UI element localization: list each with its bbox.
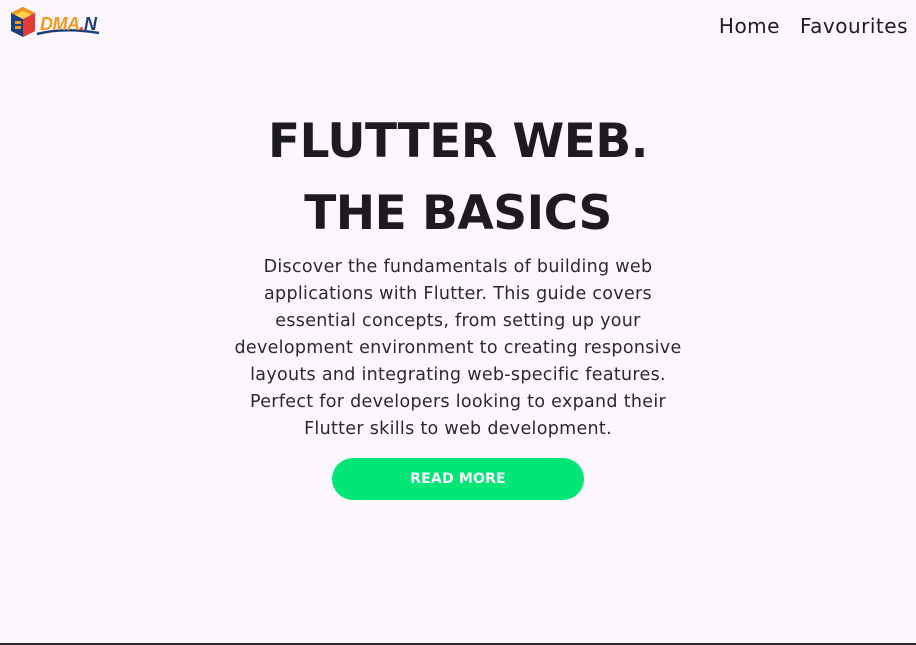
top-nav: Home Favourites: [719, 12, 908, 40]
nav-home-link[interactable]: Home: [719, 12, 780, 40]
hero-title-line-1: FLUTTER WEB.: [267, 114, 649, 169]
nav-favourites-link[interactable]: Favourites: [800, 12, 908, 40]
logo-wordmark: EDMA.N: [40, 13, 97, 35]
logo-letters-dma: DMA: [40, 14, 80, 34]
edman-logo[interactable]: EDMA.N: [9, 7, 101, 43]
logo-letter-n: N: [84, 14, 97, 34]
hero-title-line-2: THE BASICS: [304, 186, 612, 241]
hero-section: FLUTTER WEB. THE BASICS Discover the fun…: [0, 106, 916, 500]
hero-description: Discover the fundamentals of building we…: [234, 257, 682, 439]
read-more-button[interactable]: READ MORE: [332, 458, 584, 500]
app-header: EDMA.N Home Favourites: [0, 0, 916, 52]
hero-title: FLUTTER WEB. THE BASICS: [267, 106, 649, 250]
